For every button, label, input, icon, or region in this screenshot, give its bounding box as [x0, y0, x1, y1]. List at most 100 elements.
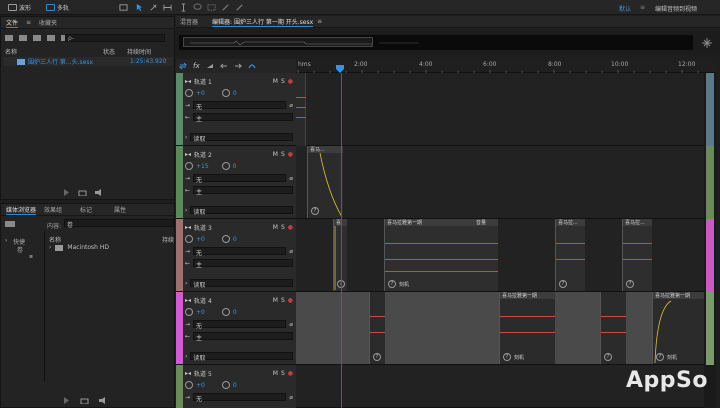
automation-expand-icon[interactable]: › — [185, 207, 187, 214]
volume-knob[interactable] — [185, 381, 193, 389]
track-lane-2[interactable]: 喜马... ? — [296, 146, 714, 219]
workspace-default[interactable]: 默认 — [619, 4, 631, 13]
waveform-toggle-icon[interactable]: ▸◂ — [185, 297, 191, 304]
overview-waveform[interactable] — [179, 35, 693, 50]
output-select[interactable]: 主 — [193, 259, 293, 269]
help-icon[interactable]: ? — [373, 353, 381, 361]
track-lane-1[interactable] — [296, 73, 714, 146]
record-button[interactable]: ● — [288, 78, 293, 85]
pan-value[interactable]: 0 — [233, 90, 237, 97]
headphones-icon[interactable] — [248, 62, 256, 70]
input-arrow-icon[interactable] — [219, 62, 228, 70]
razor-tool-button[interactable] — [148, 2, 158, 13]
spectral-tool-button[interactable] — [118, 2, 128, 13]
overview-viewport[interactable] — [183, 37, 373, 47]
clip[interactable]: ? — [600, 292, 626, 364]
clip[interactable]: 喜马拉雅第一期 音量 ? 刻机 — [384, 219, 498, 291]
slip-tool-button[interactable] — [162, 2, 172, 13]
workspace-edit-video[interactable]: 编辑音频到视频 — [655, 4, 697, 13]
playhead-line[interactable] — [341, 73, 342, 408]
brush-tool-button[interactable] — [220, 2, 230, 13]
tab-favorites[interactable]: 收藏夹 — [39, 18, 57, 27]
pan-knob[interactable] — [221, 235, 230, 243]
phase-icon[interactable]: ⌀ — [289, 321, 293, 328]
media-col-name[interactable]: 名称 — [49, 235, 61, 244]
volume-value[interactable]: +15 — [196, 163, 209, 170]
track-header-5[interactable]: ▸◂ 轨道 5 M S ● +0 0 → 无 ⌀ 主 读取 — [176, 365, 296, 408]
track-name[interactable]: 轨道 3 — [194, 223, 212, 232]
export-icon[interactable] — [78, 189, 87, 196]
input-select[interactable]: 无 — [193, 101, 287, 111]
pan-knob[interactable] — [221, 381, 230, 389]
open-file-icon[interactable] — [5, 34, 13, 41]
tab-editor[interactable]: 编辑器: 围炉三人行 第一期 开头.sesx — [212, 17, 314, 27]
solo-button[interactable]: S — [281, 78, 285, 85]
tab-markers[interactable]: 标记 — [80, 205, 92, 214]
pan-knob[interactable] — [221, 162, 230, 170]
time-select-tool-button[interactable] — [178, 2, 188, 13]
spot-heal-tool-button[interactable] — [234, 2, 244, 13]
file-row[interactable]: 围炉三人行 第...头.sesx 1:25:43.920 — [3, 57, 173, 66]
tab-media-browser[interactable]: 媒体浏览器 — [6, 205, 37, 215]
marquee-tool-button[interactable] — [206, 2, 216, 13]
fx-icon[interactable]: fx — [193, 62, 200, 70]
record-button[interactable]: ● — [288, 224, 293, 231]
volume-value[interactable]: +0 — [196, 309, 205, 316]
tab-properties[interactable]: 属性 — [114, 205, 126, 214]
shortcuts-toggle[interactable]: › — [5, 237, 7, 244]
tab-files[interactable]: 文件 — [6, 18, 19, 28]
track-name[interactable]: 轨道 4 — [194, 296, 212, 305]
solo-button[interactable]: S — [281, 224, 285, 231]
mute-button[interactable]: M — [273, 78, 278, 85]
track-header-1[interactable]: ▸◂ 轨道 1 M S ● +0 0 → 无 ⌀ ← 主 › 读取 — [176, 73, 296, 146]
track-name[interactable]: 轨道 5 — [194, 369, 212, 378]
clip[interactable] — [296, 73, 306, 146]
track-lane-4[interactable]: ? 喜马拉雅第一期 ? 刻机 ? 喜马拉雅第一期 ? 刻机 — [296, 292, 714, 365]
multitrack-mode-button[interactable]: 多轨 — [46, 3, 69, 12]
col-duration[interactable]: 持续时间 — [127, 47, 151, 56]
col-name[interactable]: 名称 — [5, 47, 103, 56]
clip[interactable]: 喜马拉雅第一期 ? 刻机 — [499, 292, 555, 364]
waveform-toggle-icon[interactable]: ▸◂ — [185, 151, 191, 158]
waveform-toggle-icon[interactable]: ▸◂ — [185, 224, 191, 231]
automation-mode-select[interactable]: 读取 — [190, 133, 293, 143]
volume-knob[interactable] — [185, 308, 193, 316]
output-arrow-icon[interactable] — [234, 62, 242, 70]
lasso-tool-button[interactable] — [192, 2, 202, 13]
automation-mode-select[interactable]: 读取 — [190, 352, 293, 362]
waveform-toggle-icon[interactable]: ▸◂ — [185, 78, 191, 85]
volume-knob[interactable] — [185, 162, 193, 170]
input-select[interactable]: 无 — [193, 320, 287, 330]
output-select[interactable]: 主 — [193, 332, 293, 342]
insert-icon[interactable] — [47, 34, 55, 41]
volume-knob[interactable] — [185, 235, 193, 243]
track-name[interactable]: 轨道 2 — [194, 150, 212, 159]
solo-button[interactable]: S — [281, 370, 285, 377]
tab-mixer[interactable]: 混音器 — [180, 17, 198, 26]
media-col-duration[interactable]: 持续 — [162, 235, 174, 244]
pan-value[interactable]: 0 — [233, 309, 237, 316]
record-button[interactable]: ● — [288, 370, 293, 377]
volume-item[interactable]: 卷 — [17, 245, 23, 254]
automation-expand-icon[interactable]: › — [185, 353, 187, 360]
media-export-icon[interactable] — [80, 397, 89, 404]
input-select[interactable]: 无 — [193, 247, 287, 257]
solo-button[interactable]: S — [281, 151, 285, 158]
phase-icon[interactable]: ⌀ — [289, 248, 293, 255]
input-select[interactable]: 无 — [193, 393, 287, 403]
media-play-icon[interactable] — [63, 397, 70, 404]
pan-value[interactable]: 0 — [233, 163, 237, 170]
clip[interactable]: 喜马拉... ? — [622, 219, 652, 291]
mute-button[interactable]: M — [273, 224, 278, 231]
output-select[interactable]: 主 — [193, 186, 293, 196]
zoom-pan-icon[interactable] — [701, 38, 713, 48]
volume-knob[interactable] — [185, 89, 193, 97]
waveform-mode-button[interactable]: 波形 — [8, 3, 31, 12]
help-icon[interactable]: ? — [559, 280, 567, 288]
new-file-icon[interactable] — [33, 34, 41, 41]
drive-item-icon[interactable]: ▪ — [29, 253, 33, 260]
play-icon[interactable] — [63, 189, 70, 196]
clip[interactable]: ? — [369, 292, 385, 364]
tab-effects[interactable]: 效果组 — [44, 205, 62, 214]
clip[interactable]: 喜 ? — [333, 219, 347, 291]
